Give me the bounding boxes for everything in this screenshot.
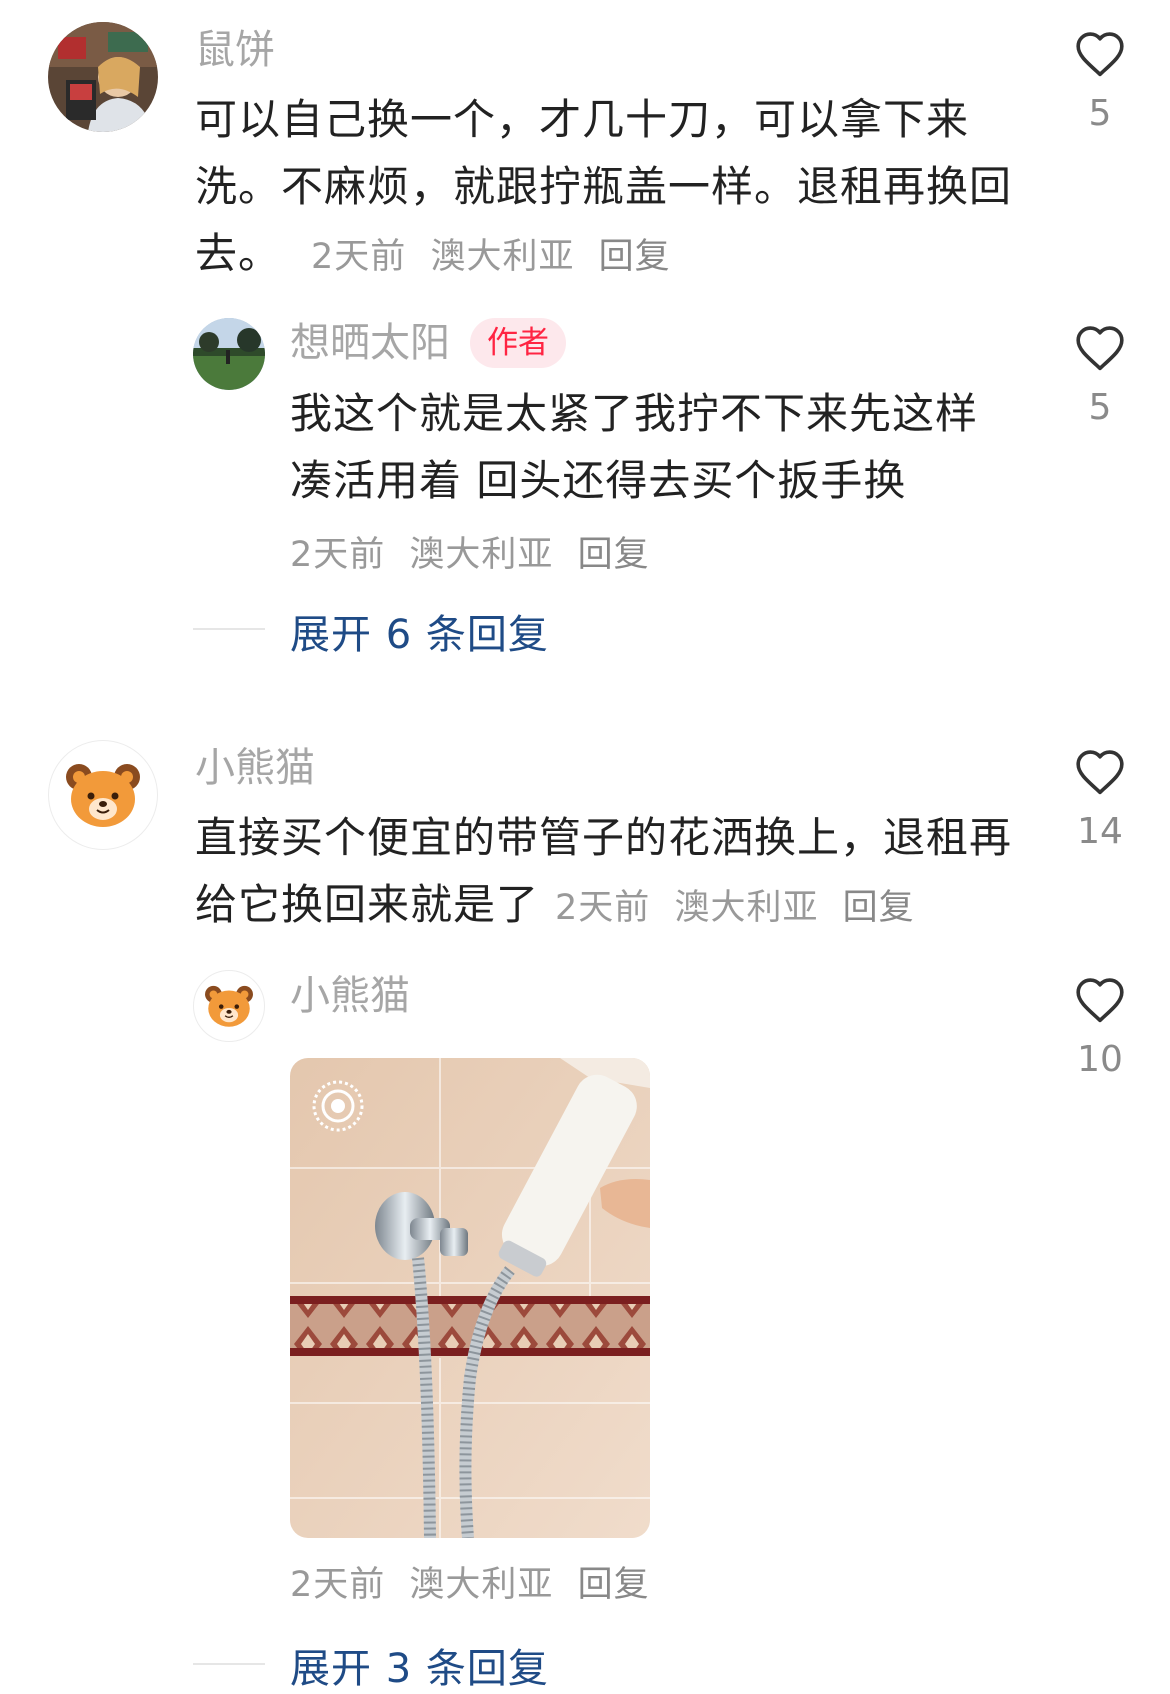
reply-button[interactable]: 回复: [578, 535, 650, 575]
comment-line: 直接买个便宜的带管子的花洒换上，退租再: [195, 813, 1013, 862]
comment-text: 可以自己换一个，才几十刀，可以拿下来 洗。不麻烦，就跟拧瓶盖一样。退租再换回 去…: [195, 86, 1045, 291]
reply-line: 我这个就是太紧了我拧不下来先这样: [290, 389, 979, 438]
username[interactable]: 鼠饼: [195, 26, 275, 74]
avatar[interactable]: [48, 740, 158, 850]
comment-1: 鼠饼 可以自己换一个，才几十刀，可以拿下来 洗。不麻烦，就跟拧瓶盖一样。退租再换…: [0, 0, 1170, 660]
like-button[interactable]: 5: [1055, 28, 1145, 136]
comment-location: 澳大利亚: [674, 888, 819, 928]
user-photo-icon: [48, 22, 158, 132]
comment-time: 2天前: [290, 1565, 386, 1605]
reply-button[interactable]: 回复: [599, 237, 671, 277]
reply-meta: 2天前 澳大利亚 回复: [290, 526, 662, 577]
username[interactable]: 想晒太阳: [290, 319, 450, 367]
username[interactable]: 小熊猫: [290, 972, 410, 1020]
comment-meta: 2天前 澳大利亚 回复: [311, 224, 683, 291]
expand-replies-button[interactable]: 展开 6 条回复: [290, 602, 549, 660]
heart-icon: [1076, 978, 1124, 1023]
comment-line: 洗。不麻烦，就跟拧瓶盖一样。退租再换回: [195, 162, 1013, 211]
comment-location: 澳大利亚: [409, 1565, 554, 1605]
like-button[interactable]: 10: [1055, 974, 1145, 1082]
comment-2: 小熊猫 直接买个便宜的带管子的花洒换上，退租再 给它换回来就是了 2天前 澳大利…: [0, 700, 1170, 1694]
comment-time: 2天前: [290, 535, 386, 575]
reply-header: 想晒太阳 作者: [290, 318, 566, 368]
comment-location: 澳大利亚: [430, 237, 575, 277]
comment-time: 2天前: [311, 237, 407, 277]
reply-text: 我这个就是太紧了我拧不下来先这样 凑活用着 回头还得去买个扳手换: [290, 380, 1030, 514]
shower-hose-photo: [290, 1058, 650, 1538]
reply-meta: 2天前 澳大利亚 回复: [290, 1556, 662, 1607]
author-badge: 作者: [470, 318, 566, 368]
comment-line-last: 去。 2天前 澳大利亚 回复: [195, 220, 1045, 291]
username[interactable]: 小熊猫: [195, 744, 315, 792]
avatar[interactable]: [193, 318, 265, 390]
reply-line: 凑活用着 回头还得去买个扳手换: [290, 456, 907, 505]
avatar[interactable]: [48, 22, 158, 132]
like-count: 10: [1077, 1039, 1123, 1080]
comment-line: 给它换回来就是了: [195, 880, 540, 929]
reply-photo[interactable]: [290, 1058, 650, 1538]
reply-button[interactable]: 回复: [843, 888, 915, 928]
bear-icon: [205, 985, 253, 1027]
bear-icon: [66, 764, 140, 827]
heart-icon: [1076, 750, 1124, 795]
comment-text: 直接买个便宜的带管子的花洒换上，退租再 给它换回来就是了 2天前 澳大利亚 回复: [195, 804, 1045, 942]
user-photo-icon: [193, 318, 265, 390]
comment-line: 去。: [195, 229, 282, 278]
heart-icon: [1076, 326, 1124, 371]
like-count: 14: [1077, 811, 1123, 852]
heart-icon: [1076, 32, 1124, 77]
reply-button[interactable]: 回复: [578, 1565, 650, 1605]
like-count: 5: [1088, 93, 1112, 134]
comment-time: 2天前: [555, 888, 651, 928]
expand-replies-button[interactable]: 展开 3 条回复: [290, 1636, 549, 1694]
divider: [193, 628, 265, 630]
comment-location: 澳大利亚: [409, 535, 554, 575]
comment-line: 可以自己换一个，才几十刀，可以拿下来: [195, 95, 970, 144]
like-button[interactable]: 5: [1055, 322, 1145, 430]
comment-line-last: 给它换回来就是了 2天前 澳大利亚 回复: [195, 871, 1045, 942]
like-button[interactable]: 14: [1055, 746, 1145, 854]
comment-meta: 2天前 澳大利亚 回复: [555, 875, 927, 942]
divider: [193, 1663, 265, 1665]
avatar[interactable]: [193, 970, 265, 1042]
like-count: 5: [1088, 387, 1112, 428]
